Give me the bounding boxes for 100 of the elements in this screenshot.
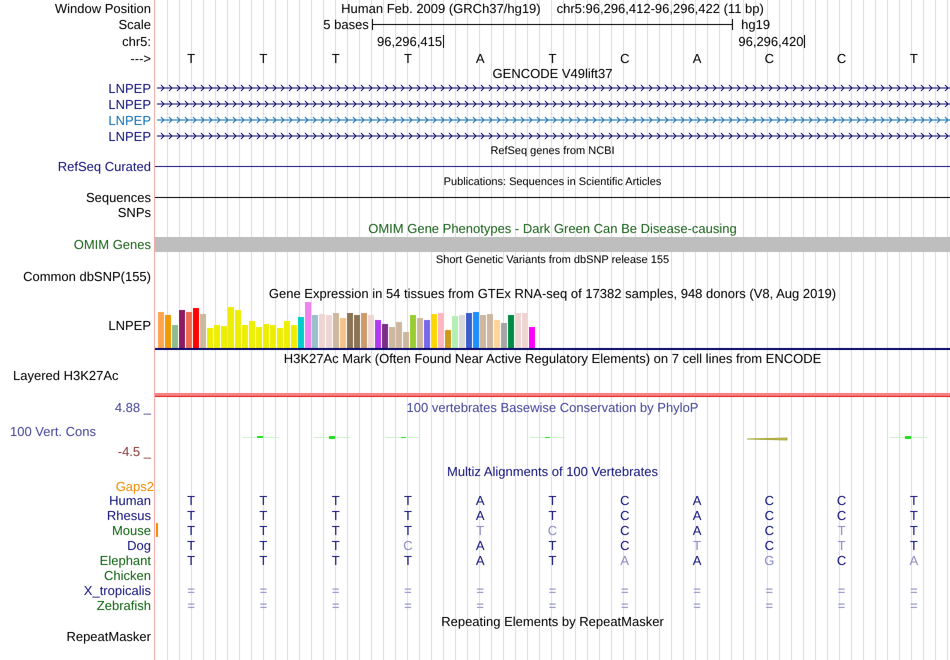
track-label[interactable]: Sequences: [86, 191, 151, 204]
base-letter: A: [692, 52, 702, 64]
base-letter: T: [332, 539, 340, 552]
expression-bars-drawing[interactable]: [158, 302, 534, 348]
base-letter: T: [259, 524, 268, 537]
track-label[interactable]: OMIM Genes: [74, 238, 151, 251]
gap-mark: =: [766, 599, 774, 612]
base-letter: T: [548, 494, 556, 507]
base-letter: T: [910, 52, 918, 64]
gene-track-drawing[interactable]: [156, 116, 950, 124]
base-letter: T: [259, 509, 268, 522]
gene-track-drawing[interactable]: [156, 84, 950, 92]
base-letter: C: [836, 52, 846, 64]
track-label[interactable]: X_tropicalis: [84, 584, 151, 597]
track-label[interactable]: LNPEP: [108, 114, 151, 126]
track-label[interactable]: Layered H3K27Ac: [13, 369, 119, 382]
track-label[interactable]: Mouse: [112, 524, 151, 537]
gap-mark: =: [476, 584, 484, 597]
track-title: GENCODE V49lift37: [492, 66, 612, 80]
base-letter: T: [404, 524, 412, 537]
base-letter: G: [764, 554, 774, 567]
track-label[interactable]: RefSeq Curated: [58, 160, 151, 173]
base-letter: C: [764, 494, 774, 507]
gap-mark: =: [260, 584, 268, 597]
base-letter: A: [692, 554, 702, 567]
base-letter: T: [332, 52, 340, 64]
base-letter: C: [836, 509, 846, 522]
base-letter: C: [836, 494, 846, 507]
track-label[interactable]: SNPs: [118, 206, 151, 219]
track-title: 100 vertebrates Basewise Conservation by PhyloP: [406, 401, 700, 414]
base-letter: T: [332, 554, 340, 567]
base-letter: T: [187, 52, 196, 64]
track-title: Short Genetic Variants from dbSNP release 155: [436, 255, 670, 266]
track-label[interactable]: Zebrafish: [96, 599, 151, 612]
track-label[interactable]: LNPEP: [108, 130, 151, 142]
base-letter: T: [187, 554, 196, 567]
coordinate-tick: 96,296,415: [377, 35, 444, 48]
base-letter: T: [332, 494, 340, 507]
base-letter: T: [259, 539, 268, 552]
track-label[interactable]: LNPEP: [108, 82, 151, 94]
base-letter: T: [187, 539, 196, 552]
track-label[interactable]: Human: [109, 494, 151, 507]
gap-mark: =: [476, 599, 484, 612]
base-letter: T: [187, 509, 196, 522]
base-letter: T: [404, 494, 412, 507]
track-title: OMIM Gene Phenotypes - Dark Green Can Be Disease-causing: [368, 222, 737, 234]
insertion-marker[interactable]: [156, 523, 158, 537]
base-letter: C: [620, 509, 630, 522]
gap-mark: =: [187, 584, 195, 597]
track-label[interactable]: chr5:: [122, 35, 151, 48]
gap-mark: =: [332, 584, 340, 597]
track-label[interactable]: Window Position: [54, 2, 151, 14]
gap-mark: =: [693, 599, 701, 612]
base-letter: C: [764, 52, 774, 64]
base-letter: A: [692, 524, 702, 537]
base-letter: A: [476, 494, 485, 507]
gap-mark: =: [620, 599, 629, 612]
base-letter: T: [838, 524, 846, 537]
track-label[interactable]: LNPEP: [108, 98, 151, 110]
track-label[interactable]: 100 Vert. Cons: [0, 425, 151, 438]
track-label[interactable]: --->: [130, 52, 151, 64]
track-label[interactable]: Dog: [127, 539, 151, 552]
track-label[interactable]: Common dbSNP(155): [23, 270, 151, 283]
track-title: Gene Expression in 54 tissues from GTEx RNA-seq of 17382 samples, 948 donors (V8, Aug 2019): [268, 286, 836, 300]
gap-mark: =: [766, 584, 774, 597]
axis-max-label: 4.88 _: [114, 401, 151, 414]
position-text: chr5:96,296,412-96,296,422 (11 bp): [556, 2, 764, 14]
gap-mark: =: [910, 599, 918, 612]
track-label[interactable]: RepeatMasker: [66, 630, 151, 643]
track-title: H3K27Ac Mark (Often Found Near Active Regulatory Elements) on 7 cell lines from ENCODE: [284, 352, 822, 365]
base-letter: A: [476, 509, 485, 522]
track-label[interactable]: Chicken: [104, 569, 151, 582]
base-letter: T: [332, 509, 340, 522]
gap-mark: =: [693, 584, 701, 597]
track-label[interactable]: LNPEP: [108, 319, 151, 332]
track-label[interactable]: Scale: [118, 18, 151, 31]
scale-length: 5 bases: [323, 18, 370, 31]
base-letter: T: [259, 494, 268, 507]
gap-mark: =: [404, 584, 412, 597]
gap-mark: =: [404, 599, 412, 612]
base-letter: T: [910, 524, 918, 537]
base-letter: T: [548, 509, 556, 522]
base-letter: C: [620, 494, 630, 507]
base-letter: C: [764, 524, 774, 537]
base-letter: A: [476, 539, 485, 552]
base-letter: A: [692, 494, 702, 507]
axis-min-label: -4.5 _: [116, 445, 151, 458]
base-letter: C: [620, 539, 630, 552]
base-letter: C: [836, 554, 846, 567]
base-letter: T: [548, 539, 556, 552]
base-letter: T: [259, 52, 268, 64]
gap-mark: =: [910, 584, 918, 597]
base-letter: T: [910, 494, 918, 507]
assembly-label: hg19: [740, 18, 770, 31]
track-label[interactable]: Rhesus: [106, 509, 151, 522]
base-letter: A: [476, 52, 485, 64]
assembly-title: Human Feb. 2009 (GRCh37/hg19): [341, 2, 541, 14]
track-label[interactable]: Elephant: [100, 554, 151, 567]
gene-track-drawing[interactable]: [156, 132, 950, 140]
gene-track-drawing[interactable]: [156, 100, 950, 108]
